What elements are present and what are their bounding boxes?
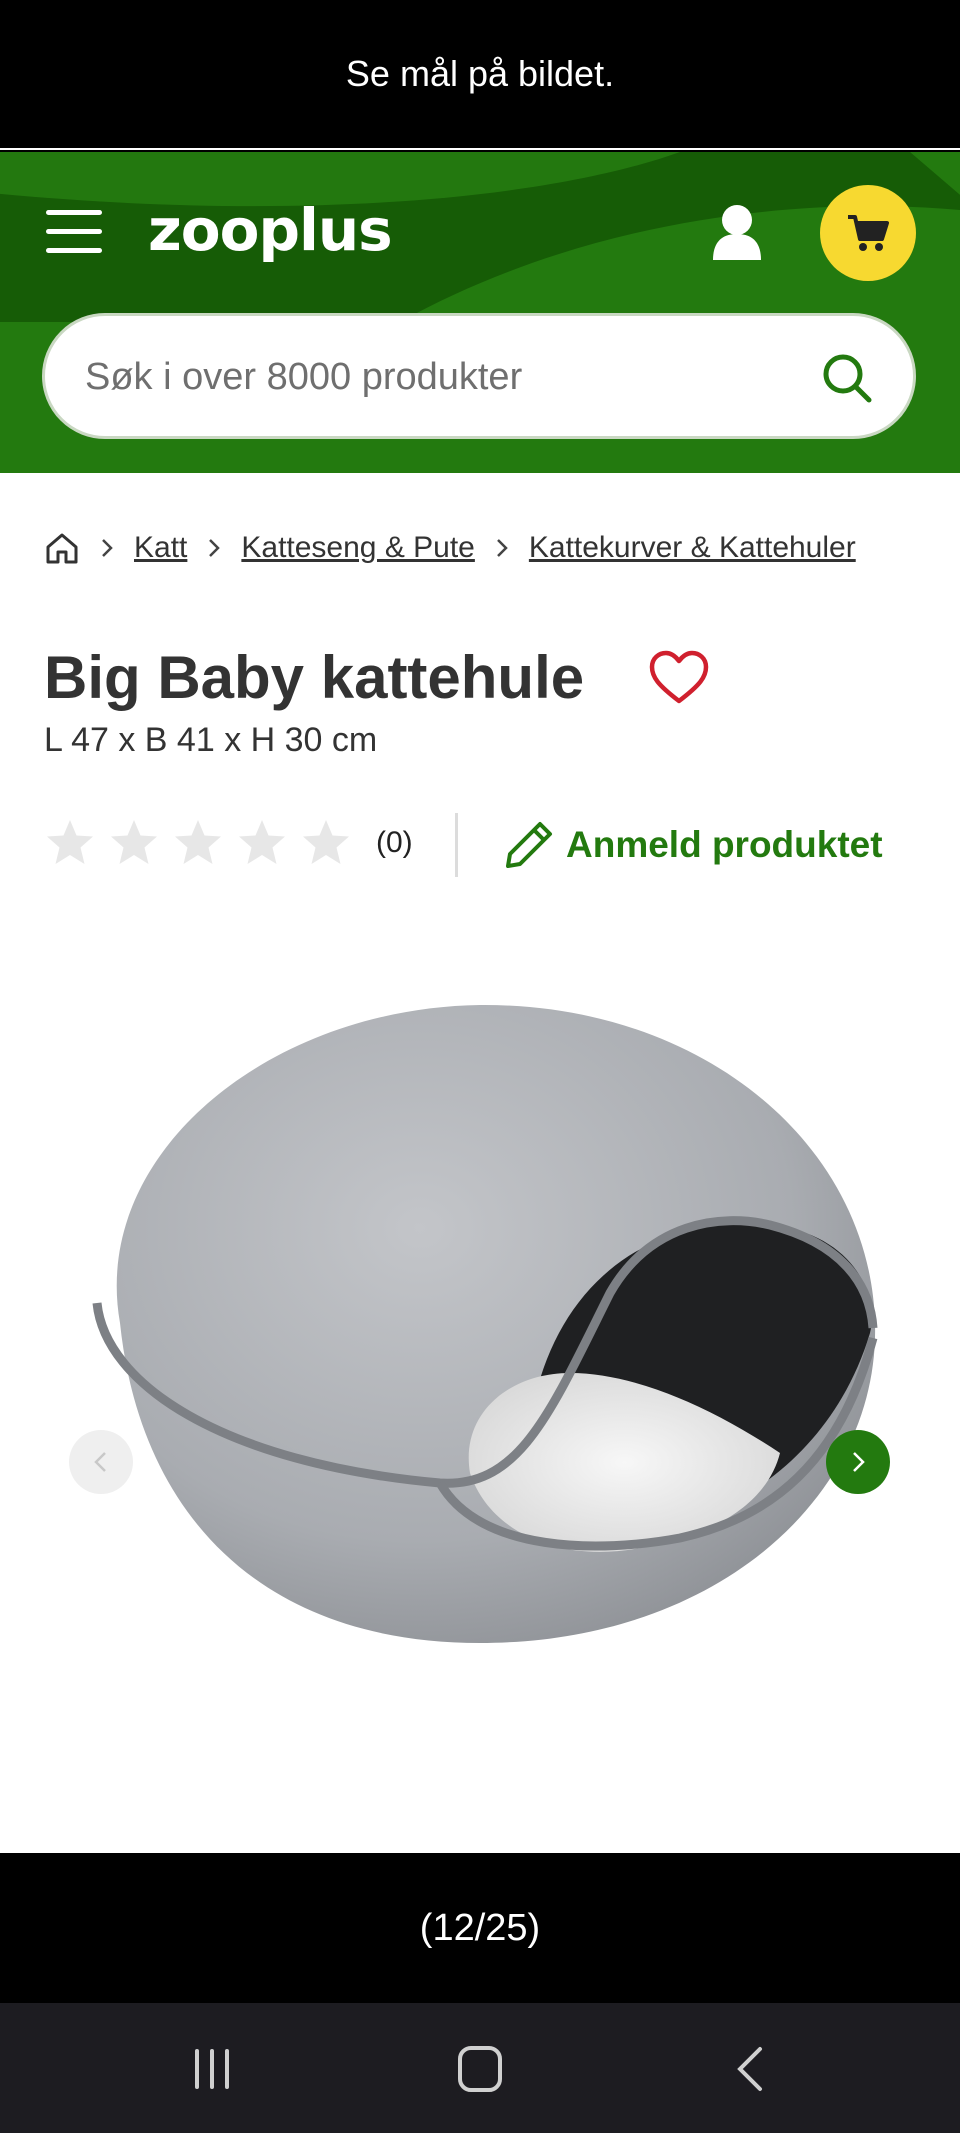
product-image[interactable] [80, 993, 890, 1653]
chevron-left-icon [94, 1452, 106, 1472]
zooplus-logo[interactable]: zooplus [148, 196, 393, 264]
star-icon [303, 820, 349, 864]
product-title: Big Baby kattehule [44, 644, 585, 711]
cart-button[interactable] [820, 185, 916, 281]
write-review-link[interactable]: Anmeld produktet [500, 813, 883, 877]
rating-divider [455, 813, 458, 877]
chevron-right-icon [496, 539, 508, 557]
home-button-icon[interactable] [450, 2043, 510, 2095]
chevron-right-icon [102, 539, 113, 557]
carousel-next-button[interactable] [826, 1430, 890, 1494]
site-header: zooplus [0, 152, 960, 473]
product-page: Katt Katteseng & Pute Kattekurver & Katt… [0, 473, 960, 1853]
breadcrumb-item-katt[interactable]: Katt [134, 531, 187, 565]
home-icon[interactable] [44, 530, 80, 566]
rating-count: (0) [376, 826, 413, 859]
write-review-label: Anmeld produktet [566, 824, 883, 865]
image-caption: Se mål på bildet. [0, 0, 960, 150]
breadcrumb-item-katteseng[interactable]: Katteseng & Pute [241, 531, 475, 565]
chevron-right-icon [209, 539, 221, 557]
breadcrumb-item-kattekurver[interactable]: Kattekurver & Kattehuler [529, 531, 856, 565]
back-icon[interactable] [720, 2043, 780, 2095]
cart-icon [848, 215, 889, 251]
carousel-prev-button[interactable] [69, 1430, 133, 1494]
recent-apps-icon[interactable] [182, 2043, 242, 2095]
image-counter: (12/25) [0, 1853, 960, 2003]
star-icon [239, 820, 285, 864]
search-bar[interactable] [42, 313, 916, 439]
product-dimensions: L 47 x B 41 x H 30 cm [44, 721, 378, 759]
heart-icon[interactable] [648, 649, 710, 707]
chevron-right-icon [853, 1452, 865, 1472]
rating-stars[interactable]: (0) [44, 813, 413, 873]
pencil-icon [506, 822, 552, 868]
search-icon[interactable] [821, 352, 873, 404]
menu-icon[interactable] [46, 210, 102, 254]
system-navigation-bar [0, 2003, 960, 2133]
star-icon [111, 820, 157, 864]
search-input[interactable] [83, 316, 807, 438]
star-icon [47, 820, 93, 864]
account-icon[interactable] [710, 204, 764, 260]
breadcrumb: Katt Katteseng & Pute Kattekurver & Katt… [44, 523, 856, 573]
star-icon [175, 820, 221, 864]
